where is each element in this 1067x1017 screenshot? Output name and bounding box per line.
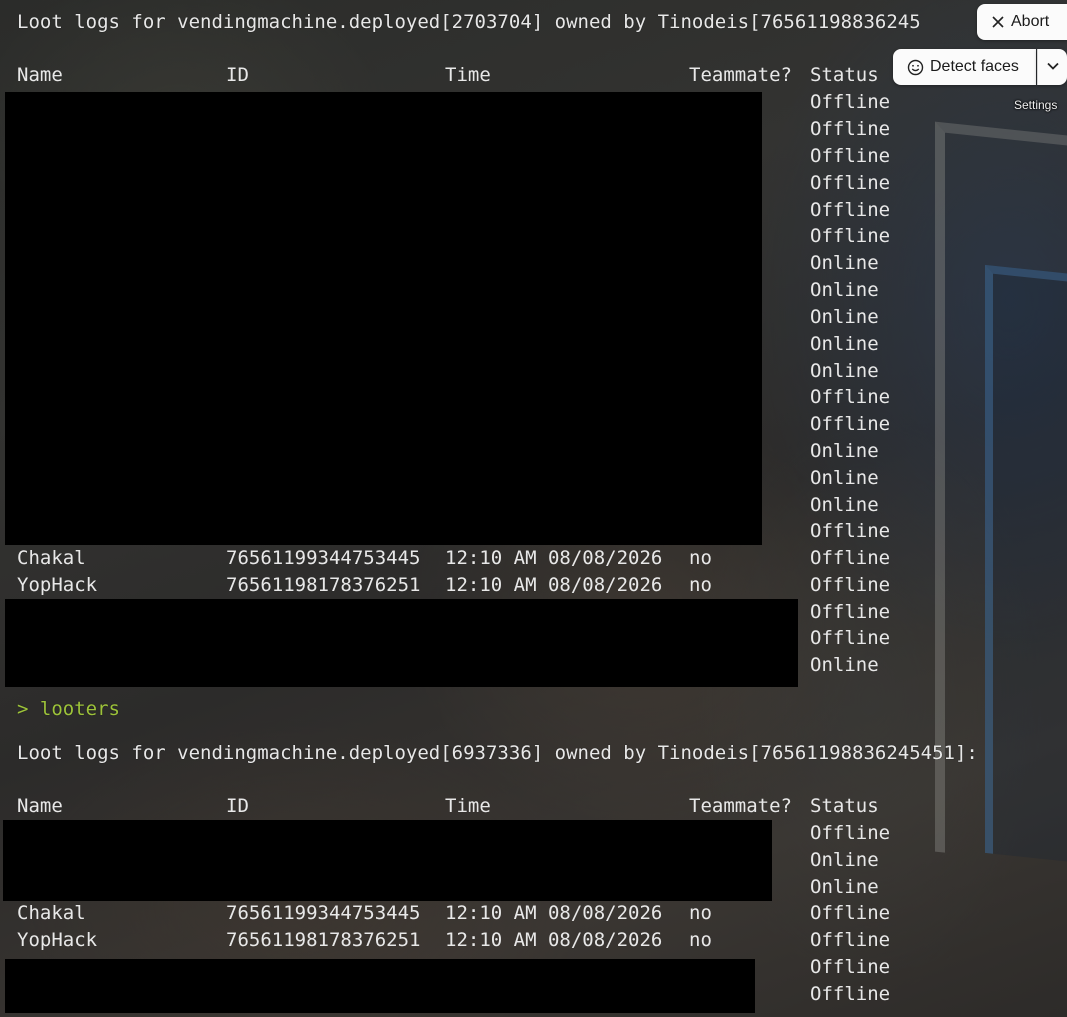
log2-header: Loot logs for vendingmachine.deployed[69… [17, 742, 978, 764]
col-status-header: Status [810, 64, 879, 86]
status-cell: Offline [810, 145, 891, 167]
abort-label: Abort [1011, 13, 1050, 30]
col-id-header: ID [226, 795, 249, 817]
status-cell: Offline [810, 601, 891, 623]
status-cell: Offline [810, 822, 891, 844]
row-id: 76561199344753445 [226, 902, 421, 924]
col-teammate-header: Teammate? [689, 795, 792, 817]
status-cell: Online [810, 440, 879, 462]
row-time: 12:10 AM 08/08/2026 [445, 547, 663, 569]
detect-faces-dropdown-button[interactable] [1037, 49, 1067, 85]
status-cell: Online [810, 252, 879, 274]
row-teammate: no [689, 547, 712, 569]
row-id: 76561198178376251 [226, 929, 421, 951]
status-cell: Offline [810, 574, 891, 596]
status-cell: Online [810, 849, 879, 871]
col-name-header: Name [17, 64, 63, 86]
row-name: Chakal [17, 547, 86, 569]
col-status-header: Status [810, 795, 879, 817]
redaction-block [5, 959, 755, 1013]
row-teammate: no [689, 929, 712, 951]
redaction-block [5, 599, 798, 687]
chevron-down-icon [1046, 58, 1060, 76]
col-time-header: Time [445, 795, 491, 817]
redaction-block [5, 92, 762, 545]
command-prompt: > looters [17, 698, 120, 720]
status-cell: Online [810, 306, 879, 328]
row-teammate: no [689, 902, 712, 924]
row-name: YopHack [17, 929, 98, 951]
col-teammate-header: Teammate? [689, 64, 792, 86]
status-cell: Online [810, 467, 879, 489]
col-name-header: Name [17, 795, 63, 817]
row-name: YopHack [17, 574, 98, 596]
status-cell: Offline [810, 902, 891, 924]
settings-label[interactable]: Settings [1014, 98, 1057, 112]
status-cell: Offline [810, 547, 891, 569]
detect-faces-label: Detect faces [930, 58, 1019, 75]
status-cell: Online [810, 494, 879, 516]
row-time: 12:10 AM 08/08/2026 [445, 929, 663, 951]
status-cell: Offline [810, 627, 891, 649]
status-cell: Online [810, 360, 879, 382]
status-cell: Offline [810, 91, 891, 113]
window-pane-decor [985, 264, 1067, 864]
row-id: 76561198178376251 [226, 574, 421, 596]
redaction-block [3, 820, 772, 901]
status-cell: Offline [810, 386, 891, 408]
close-icon [991, 15, 1005, 29]
status-cell: Offline [810, 983, 891, 1005]
col-id-header: ID [226, 64, 249, 86]
col-time-header: Time [445, 64, 491, 86]
row-id: 76561199344753445 [226, 547, 421, 569]
smiley-face-icon [907, 59, 924, 76]
detect-faces-button[interactable]: Detect faces [893, 49, 1036, 85]
row-time: 12:10 AM 08/08/2026 [445, 574, 663, 596]
status-cell: Offline [810, 172, 891, 194]
row-teammate: no [689, 574, 712, 596]
status-cell: Online [810, 333, 879, 355]
status-cell: Offline [810, 199, 891, 221]
row-name: Chakal [17, 902, 86, 924]
status-cell: Offline [810, 225, 891, 247]
row-time: 12:10 AM 08/08/2026 [445, 902, 663, 924]
status-cell: Online [810, 279, 879, 301]
abort-button[interactable]: Abort [977, 4, 1067, 40]
status-cell: Online [810, 654, 879, 676]
log1-header: Loot logs for vendingmachine.deployed[27… [17, 11, 921, 33]
status-cell: Offline [810, 520, 891, 542]
status-cell: Offline [810, 929, 891, 951]
status-cell: Offline [810, 413, 891, 435]
status-cell: Offline [810, 118, 891, 140]
status-cell: Offline [810, 956, 891, 978]
status-cell: Online [810, 876, 879, 898]
